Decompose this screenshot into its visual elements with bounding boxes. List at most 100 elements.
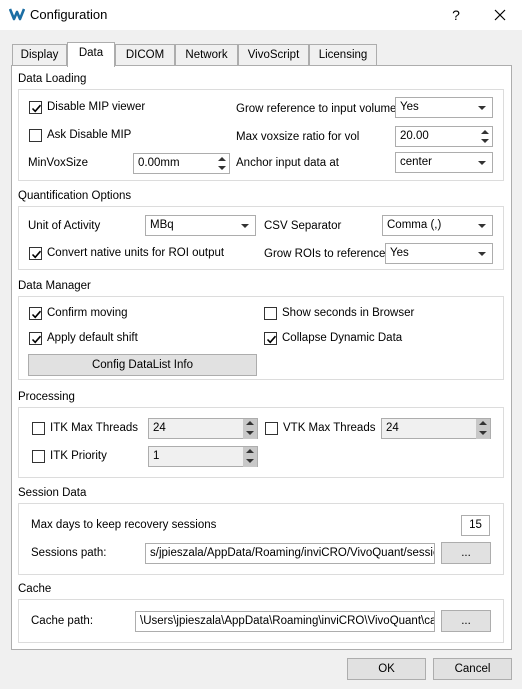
window-title: Configuration xyxy=(30,7,108,22)
unit-of-activity-label: Unit of Activity xyxy=(28,220,101,232)
itk-priority-spinbox[interactable]: 1 xyxy=(148,446,258,467)
collapse-dynamic-checkbox[interactable] xyxy=(264,332,277,345)
show-seconds-checkbox[interactable] xyxy=(264,307,277,320)
cache-path-input[interactable]: \Users\jpieszala\AppData\Roaming\inviCRO… xyxy=(135,611,435,632)
apply-default-shift-label: Apply default shift xyxy=(47,332,138,344)
confirm-moving-label: Confirm moving xyxy=(47,307,128,319)
checkmark-icon xyxy=(31,310,42,319)
checkmark-icon xyxy=(31,250,42,259)
grow-rois-combo[interactable]: Yes xyxy=(385,243,493,264)
disable-mip-label: Disable MIP viewer xyxy=(47,101,146,113)
max-voxsize-ratio-label: Max voxsize ratio for vol xyxy=(236,131,360,143)
itk-max-threads-checkbox[interactable] xyxy=(32,422,45,435)
itk-priority-checkbox[interactable] xyxy=(32,450,45,463)
itk-priority-value: 1 xyxy=(153,450,160,462)
convert-native-label: Convert native units for ROI output xyxy=(47,247,225,259)
max-voxsize-ratio-spinbox[interactable]: 20.00 xyxy=(395,126,493,147)
spin-up-icon[interactable] xyxy=(243,447,257,457)
cache-path-value: \Users\jpieszala\AppData\Roaming\inviCRO… xyxy=(140,615,435,627)
grow-rois-value: Yes xyxy=(390,247,409,259)
show-seconds-label: Show seconds in Browser xyxy=(282,307,415,319)
grow-reference-combo[interactable]: Yes xyxy=(395,97,493,118)
cache-browse-button[interactable]: ... xyxy=(441,610,491,632)
session-data-group xyxy=(18,503,504,575)
itk-max-threads-spinbox[interactable]: 24 xyxy=(148,418,258,439)
tab-network[interactable]: Network xyxy=(175,44,238,66)
chevron-down-icon xyxy=(478,106,486,110)
min-vox-size-value: 0.00mm xyxy=(138,157,180,169)
section-title-cache: Cache xyxy=(18,583,52,595)
spin-up-icon[interactable] xyxy=(478,128,492,137)
anchor-input-label: Anchor input data at xyxy=(236,157,339,169)
sessions-browse-button[interactable]: ... xyxy=(441,542,491,564)
spin-up-icon[interactable] xyxy=(476,419,490,429)
tab-display[interactable]: Display xyxy=(12,44,67,66)
cancel-button[interactable]: Cancel xyxy=(433,658,512,680)
unit-of-activity-value: MBq xyxy=(150,219,174,231)
disable-mip-checkbox[interactable] xyxy=(29,101,42,114)
close-icon xyxy=(494,9,506,21)
csv-separator-combo[interactable]: Comma (,) xyxy=(382,215,493,236)
checkmark-icon xyxy=(266,335,277,344)
max-days-value: 15 xyxy=(469,519,482,531)
apply-default-shift-checkbox[interactable] xyxy=(29,332,42,345)
spin-down-icon[interactable] xyxy=(476,429,490,439)
section-title-processing: Processing xyxy=(18,391,75,403)
spin-up-icon[interactable] xyxy=(215,155,229,164)
chevron-down-icon xyxy=(478,224,486,228)
app-logo-icon xyxy=(8,7,26,21)
unit-of-activity-combo[interactable]: MBq xyxy=(145,215,256,236)
grow-rois-label: Grow ROIs to reference xyxy=(264,248,386,260)
sessions-path-label: Sessions path: xyxy=(31,547,107,559)
title-bar: Configuration ? xyxy=(0,0,522,30)
itk-priority-label: ITK Priority xyxy=(50,450,107,462)
max-voxsize-ratio-value: 20.00 xyxy=(400,130,429,142)
itk-max-threads-value: 24 xyxy=(153,422,166,434)
sessions-path-value: s/jpieszala/AppData/Roaming/inviCRO/Vivo… xyxy=(150,547,435,559)
anchor-input-combo[interactable]: center xyxy=(395,152,493,173)
chevron-down-icon xyxy=(478,252,486,256)
ask-disable-mip-checkbox[interactable] xyxy=(29,129,42,142)
itk-max-threads-label: ITK Max Threads xyxy=(50,422,138,434)
section-title-data-manager: Data Manager xyxy=(18,280,91,292)
section-title-data-loading: Data Loading xyxy=(18,73,87,85)
spin-down-icon[interactable] xyxy=(478,137,492,146)
vtk-max-threads-checkbox[interactable] xyxy=(265,422,278,435)
help-button[interactable]: ? xyxy=(446,5,466,25)
spin-down-icon[interactable] xyxy=(243,429,257,439)
confirm-moving-checkbox[interactable] xyxy=(29,307,42,320)
grow-reference-label: Grow reference to input volume xyxy=(236,103,397,115)
csv-separator-label: CSV Separator xyxy=(264,220,342,232)
ask-disable-mip-label: Ask Disable MIP xyxy=(47,129,132,141)
spin-up-icon[interactable] xyxy=(243,419,257,429)
vtk-max-threads-label: VTK Max Threads xyxy=(283,422,376,434)
close-button[interactable] xyxy=(490,5,510,25)
tab-licensing[interactable]: Licensing xyxy=(309,44,377,66)
collapse-dynamic-label: Collapse Dynamic Data xyxy=(282,332,403,344)
convert-native-checkbox[interactable] xyxy=(29,247,42,260)
section-title-quantification: Quantification Options xyxy=(18,190,132,202)
checkmark-icon xyxy=(31,335,42,344)
spin-down-icon[interactable] xyxy=(243,457,257,467)
tab-dicom[interactable]: DICOM xyxy=(115,44,175,66)
min-vox-size-spinbox[interactable]: 0.00mm xyxy=(133,153,230,174)
tab-vivoscript[interactable]: VivoScript xyxy=(238,44,309,66)
checkmark-icon xyxy=(31,104,42,113)
chevron-down-icon xyxy=(478,161,486,165)
cache-path-label: Cache path: xyxy=(31,615,94,627)
ok-button[interactable]: OK xyxy=(347,658,426,680)
vtk-max-threads-spinbox[interactable]: 24 xyxy=(381,418,491,439)
max-days-label: Max days to keep recovery sessions xyxy=(31,519,217,531)
spin-down-icon[interactable] xyxy=(215,164,229,173)
config-datalist-info-button[interactable]: Config DataList Info xyxy=(28,354,257,376)
tab-data[interactable]: Data xyxy=(67,42,115,67)
grow-reference-value: Yes xyxy=(400,101,419,113)
chevron-down-icon xyxy=(241,224,249,228)
sessions-path-input[interactable]: s/jpieszala/AppData/Roaming/inviCRO/Vivo… xyxy=(145,543,435,564)
vtk-max-threads-value: 24 xyxy=(386,422,399,434)
max-days-input[interactable]: 15 xyxy=(461,515,490,536)
csv-separator-value: Comma (,) xyxy=(387,219,442,231)
anchor-input-value: center xyxy=(400,156,432,168)
min-vox-size-label: MinVoxSize xyxy=(28,157,89,169)
section-title-session-data: Session Data xyxy=(18,487,87,499)
